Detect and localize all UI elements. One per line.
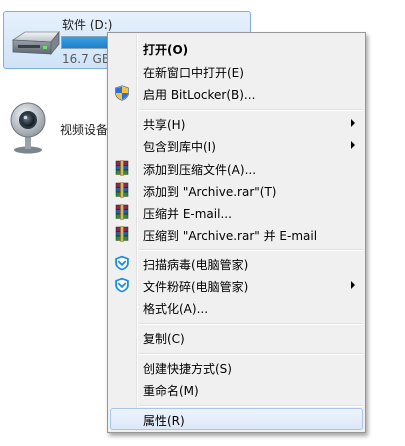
- menu-item-rename[interactable]: 重命名(M): [110, 378, 363, 400]
- submenu-arrow-icon: [351, 119, 355, 127]
- winrar-icon: [115, 160, 129, 176]
- menu-item-copy[interactable]: 复制(C): [110, 326, 363, 348]
- menu-item-enable-bitlocker[interactable]: 启用 BitLocker(B)...: [110, 82, 363, 104]
- winrar-icon: [115, 204, 129, 220]
- winrar-icon: [115, 182, 129, 198]
- uac-shield-icon: [115, 85, 129, 101]
- menu-item-compress-to-rar-and-email[interactable]: 压缩到 "Archive.rar" 并 E-mail: [110, 223, 363, 245]
- drive-usage-fill: [62, 37, 112, 48]
- menu-separator: [139, 353, 363, 355]
- drive-name: 软件 (D:): [62, 18, 113, 32]
- menu-item-add-to-archive-rar[interactable]: 添加到 "Archive.rar"(T): [110, 179, 363, 201]
- submenu-arrow-icon: [351, 281, 355, 289]
- menu-separator: [139, 323, 363, 325]
- menu-item-scan-virus[interactable]: 扫描病毒(电脑管家): [110, 252, 363, 274]
- pc-manager-shield-icon: [115, 277, 129, 293]
- menu-item-open[interactable]: 打开(O): [110, 37, 363, 59]
- menu-item-create-shortcut[interactable]: 创建快捷方式(S): [110, 356, 363, 378]
- hard-drive-icon: [11, 30, 60, 56]
- menu-separator: [139, 249, 363, 251]
- menu-item-add-to-archive[interactable]: 添加到压缩文件(A)...: [110, 157, 363, 179]
- webcam-label: 视频设备: [60, 123, 109, 137]
- menu-separator: [139, 109, 363, 111]
- winrar-icon: [115, 226, 129, 242]
- menu-item-open-new-window[interactable]: 在新窗口中打开(E): [110, 60, 363, 82]
- webcam-icon[interactable]: [6, 100, 50, 154]
- menu-separator: [139, 405, 363, 407]
- menu-item-compress-and-email[interactable]: 压缩并 E-mail...: [110, 201, 363, 223]
- menu-item-properties[interactable]: 属性(R): [110, 408, 363, 430]
- context-menu: 打开(O) 在新窗口中打开(E) 启用 BitLocker(B)... 共享(H…: [107, 32, 366, 433]
- menu-item-include-in-library[interactable]: 包含到库中(I): [110, 134, 363, 156]
- menu-item-format[interactable]: 格式化(A)...: [110, 296, 363, 318]
- menu-item-file-shredder[interactable]: 文件粉碎(电脑管家): [110, 274, 363, 296]
- pc-manager-shield-icon: [115, 255, 129, 271]
- menu-item-share[interactable]: 共享(H): [110, 112, 363, 134]
- drive-size: 16.7 GB: [62, 52, 111, 66]
- submenu-arrow-icon: [351, 141, 355, 149]
